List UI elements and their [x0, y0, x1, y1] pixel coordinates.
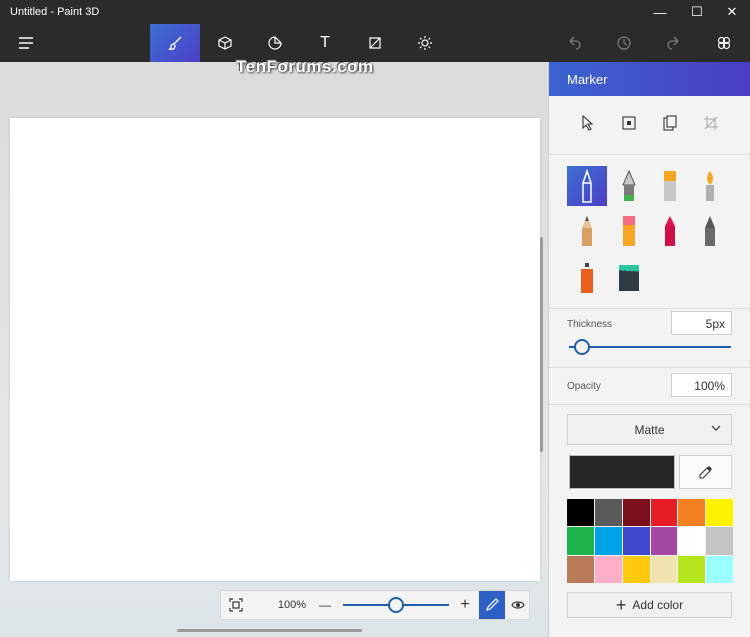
marker-brush[interactable] [567, 166, 607, 206]
zoom-out-button[interactable]: — [316, 591, 334, 619]
divider [549, 308, 750, 309]
remix3d-icon[interactable] [700, 24, 748, 62]
current-color-swatch[interactable] [569, 455, 675, 489]
crayon-brush[interactable] [650, 211, 690, 251]
color-swatch[interactable] [594, 499, 622, 527]
pen-input-icon[interactable] [479, 591, 505, 619]
panel-title: Marker [549, 62, 750, 96]
pencil-brush[interactable] [567, 211, 607, 251]
zoom-slider-thumb[interactable] [388, 597, 404, 613]
color-swatch[interactable] [622, 499, 650, 527]
color-swatch[interactable] [650, 499, 678, 527]
paste-icon[interactable] [656, 110, 684, 136]
plus-icon: + [615, 595, 627, 615]
magic-select-icon[interactable] [615, 110, 643, 136]
minimize-button[interactable]: — [642, 0, 678, 24]
color-swatch[interactable] [567, 527, 594, 555]
fill-brush[interactable] [609, 258, 649, 298]
color-palette [567, 499, 733, 583]
color-swatch[interactable] [622, 555, 650, 583]
close-button[interactable]: ✕ [714, 0, 750, 24]
eraser-brush[interactable] [609, 211, 649, 251]
watermark: TenForums.com [236, 57, 374, 76]
calligraphy-pen-brush[interactable] [609, 166, 649, 206]
divider [549, 367, 750, 368]
select-icon[interactable] [574, 110, 602, 136]
side-panel: Marker Thickness 5px Opacity 100% Matte … [548, 62, 750, 637]
color-swatch[interactable] [567, 499, 594, 527]
thickness-slider-thumb[interactable] [574, 339, 590, 355]
spray-can-brush[interactable] [567, 258, 607, 298]
zoom-bar: 100% — + [220, 590, 530, 620]
opacity-label: Opacity [567, 381, 601, 392]
workspace: 100% — + [0, 62, 548, 637]
color-swatch[interactable] [650, 527, 678, 555]
color-swatch[interactable] [594, 555, 622, 583]
redo-icon[interactable] [650, 24, 698, 62]
horizontal-scrollbar[interactable] [177, 629, 362, 632]
crop-icon[interactable] [697, 110, 725, 136]
divider [549, 154, 750, 155]
thickness-input[interactable]: 5px [671, 311, 732, 335]
brushes-icon[interactable] [150, 24, 200, 62]
color-swatch[interactable] [622, 527, 650, 555]
thickness-slider[interactable] [569, 346, 731, 348]
view-3d-icon[interactable] [505, 591, 531, 619]
hamburger-icon[interactable] [2, 24, 50, 62]
color-swatch[interactable] [678, 527, 706, 555]
color-swatch[interactable] [706, 499, 733, 527]
oil-brush[interactable] [650, 166, 690, 206]
drawing-canvas[interactable] [10, 118, 540, 581]
zoom-level: 100% [277, 599, 307, 611]
color-swatch[interactable] [650, 555, 678, 583]
pixel-pen-brush[interactable] [690, 211, 730, 251]
add-color-button[interactable]: + Add color [567, 592, 732, 618]
undo-icon[interactable] [550, 24, 598, 62]
window-title: Untitled - Paint 3D [10, 6, 100, 18]
fit-to-screen-icon[interactable] [221, 591, 251, 619]
eyedropper-icon[interactable] [679, 455, 732, 489]
zoom-in-button[interactable]: + [455, 591, 475, 619]
maximize-button[interactable]: ☐ [679, 0, 715, 24]
color-swatch[interactable] [594, 527, 622, 555]
opacity-input[interactable]: 100% [671, 373, 732, 397]
add-color-label: Add color [632, 598, 684, 612]
main-toolbar: T [0, 24, 750, 62]
color-swatch[interactable] [567, 555, 594, 583]
color-swatch[interactable] [678, 555, 706, 583]
history-icon[interactable] [600, 24, 648, 62]
finish-dropdown[interactable]: Matte [567, 414, 732, 445]
effects-icon[interactable] [401, 24, 449, 62]
title-bar: Untitled - Paint 3D — ☐ ✕ [0, 0, 750, 24]
watercolor-brush[interactable] [690, 166, 730, 206]
color-swatch[interactable] [706, 527, 733, 555]
vertical-scrollbar[interactable] [540, 237, 543, 452]
finish-value: Matte [634, 422, 665, 437]
thickness-label: Thickness [567, 319, 613, 330]
color-swatch[interactable] [678, 499, 706, 527]
divider [549, 404, 750, 405]
color-swatch[interactable] [706, 555, 733, 583]
chevron-down-icon [711, 425, 721, 431]
